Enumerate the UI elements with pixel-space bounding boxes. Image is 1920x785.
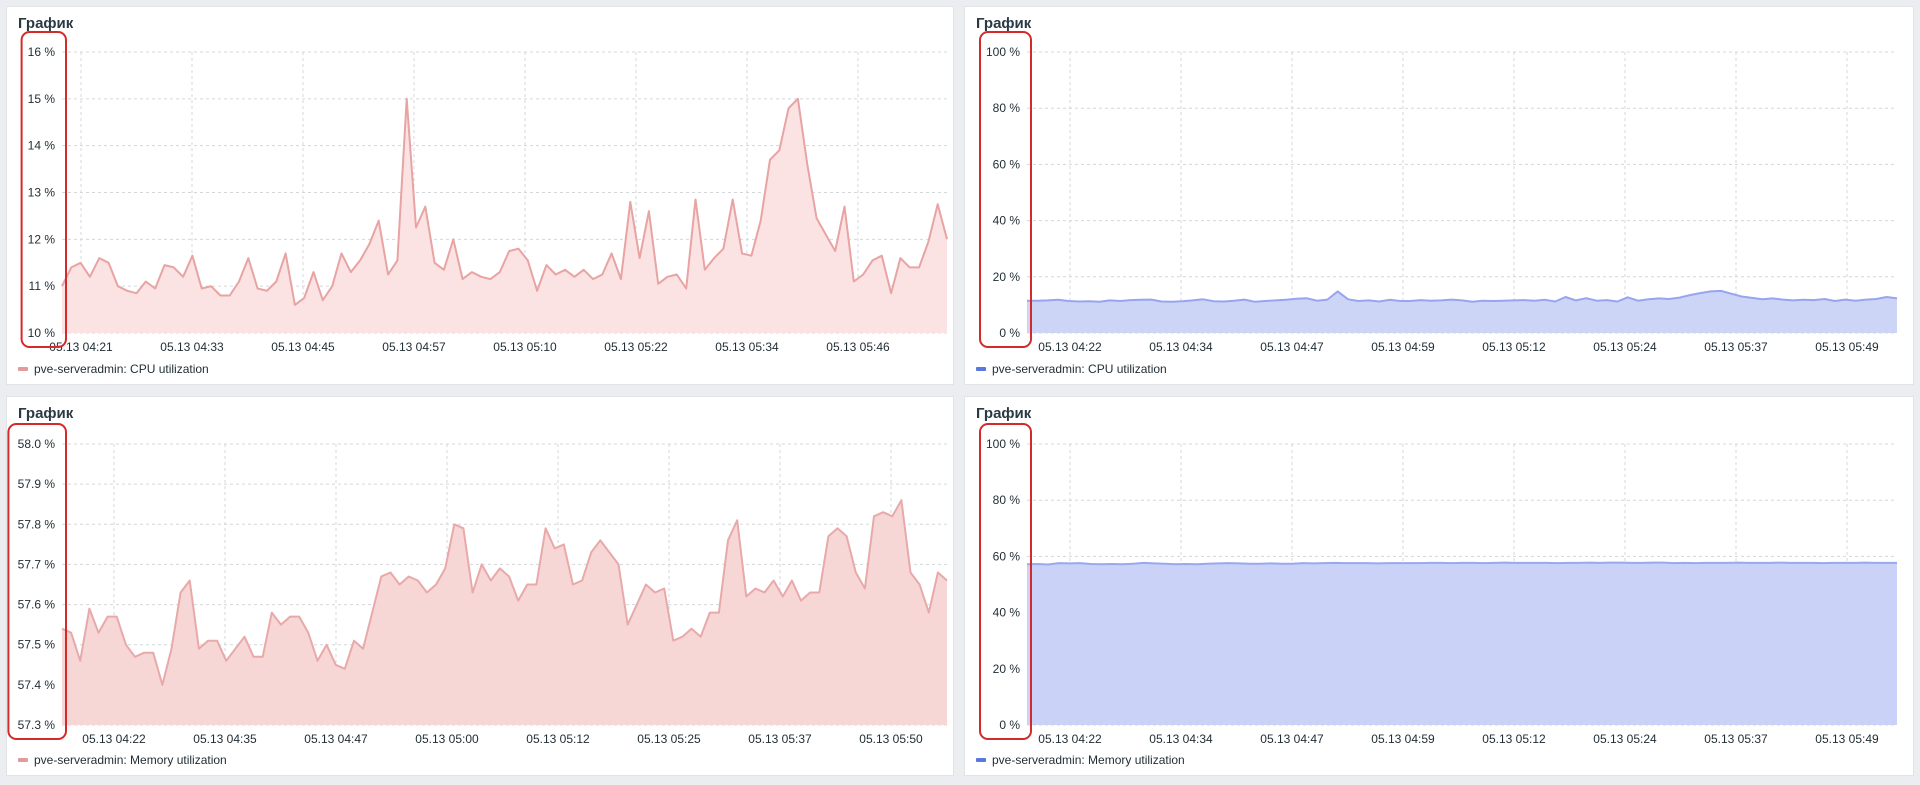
y-tick-label: 12 % <box>28 232 56 246</box>
series-area <box>1027 290 1897 333</box>
x-tick-label: 05.13 05:00 <box>415 732 479 746</box>
y-tick-label: 57.6 % <box>18 598 56 612</box>
y-tick-label: 57.9 % <box>18 477 56 491</box>
y-tick-label: 11 % <box>29 279 56 293</box>
legend-label: pve-serveradmin: Memory utilization <box>34 753 227 767</box>
y-tick-label: 20 % <box>993 270 1021 284</box>
legend: pve-serveradmin: Memory utilization <box>976 753 1185 767</box>
y-tick-label: 40 % <box>993 606 1021 620</box>
x-tick-label: 05.13 05:50 <box>859 732 923 746</box>
memory-utilization-chart: 0 % 20 % 40 % 60 % 80 % 100 % 05.13 04:22 05.13… <box>979 423 1897 746</box>
x-tick-label: 05.13 05:25 <box>637 732 701 746</box>
y-tick-label: 13 % <box>28 186 56 200</box>
y-tick-label: 80 % <box>993 101 1021 115</box>
y-tick-label: 57.3 % <box>18 718 56 732</box>
x-tick-label: 05.13 05:12 <box>1482 340 1546 354</box>
x-tick-label: 05.13 05:22 <box>604 340 668 354</box>
x-tick-label: 05.13 05:24 <box>1593 732 1657 746</box>
y-tick-label: 60 % <box>993 549 1021 563</box>
x-tick-label: 05.13 04:57 <box>382 340 446 354</box>
x-tick-label: 05.13 04:22 <box>1038 732 1102 746</box>
legend-label: pve-serveradmin: CPU utilization <box>34 362 209 376</box>
series-area <box>62 98 947 333</box>
chart-panel-cpu-utilization-full: График 0 % 20 % 40 % 60 % 80 % 100 % 05.13 04:… <box>964 6 1914 385</box>
x-tick-label: 05.13 04:22 <box>82 732 146 746</box>
x-tick-label: 05.13 05:37 <box>1704 340 1768 354</box>
x-tick-label: 05.13 05:12 <box>526 732 590 746</box>
legend-swatch <box>18 758 28 762</box>
y-tick-label: 100 % <box>986 437 1020 451</box>
y-tick-label: 57.8 % <box>18 517 56 531</box>
y-tick-label: 80 % <box>993 493 1021 507</box>
x-tick-label: 05.13 05:49 <box>1815 732 1879 746</box>
y-tick-label: 20 % <box>993 662 1021 676</box>
y-tick-label: 14 % <box>28 139 56 153</box>
x-tick-label: 05.13 04:45 <box>271 340 335 354</box>
x-tick-label: 05.13 04:33 <box>160 340 224 354</box>
cpu-utilization-chart: 10 %11 %12 %13 %14 %15 %16 %05.13 04:21 0… <box>20 31 948 354</box>
x-tick-label: 05.13 04:47 <box>1260 732 1324 746</box>
x-tick-label: 05.13 04:47 <box>304 732 368 746</box>
chart-panel-memory-utilization-zoomed: График 57.3 % 57.4 % 57.5 % 57.6 % 57.7 % 57.… <box>6 396 954 776</box>
chart-panel-cpu-utilization-zoomed: График 10 % 11 % 12 % 13 % 14 % 15 % 16 % 05.13… <box>6 6 954 385</box>
y-axis-highlight-box <box>979 31 1032 348</box>
x-tick-label: 05.13 05:46 <box>826 340 890 354</box>
y-tick-label: 16 % <box>28 45 56 59</box>
x-tick-label: 05.13 05:37 <box>748 732 812 746</box>
x-tick-label: 05.13 04:34 <box>1149 732 1213 746</box>
y-tick-label: 0 % <box>999 718 1020 732</box>
x-tick-label: 05.13 05:24 <box>1593 340 1657 354</box>
x-tick-label: 05.13 04:35 <box>193 732 257 746</box>
x-tick-label: 05.13 05:49 <box>1815 340 1879 354</box>
x-tick-label: 05.13 04:59 <box>1371 340 1435 354</box>
y-tick-label: 10 % <box>28 326 56 340</box>
y-tick-label: 57.7 % <box>18 557 56 571</box>
y-tick-label: 57.4 % <box>18 678 56 692</box>
legend-label: pve-serveradmin: Memory utilization <box>992 753 1185 767</box>
x-tick-label: 05.13 05:12 <box>1482 732 1546 746</box>
x-tick-label: 05.13 04:47 <box>1260 340 1324 354</box>
y-tick-label: 100 % <box>986 45 1020 59</box>
x-tick-label: 05.13 05:34 <box>715 340 779 354</box>
y-axis-highlight-box <box>979 423 1032 740</box>
y-tick-label: 40 % <box>993 214 1021 228</box>
y-tick-label: 58.0 % <box>18 437 56 451</box>
cpu-utilization-chart: 0 % 20 % 40 % 60 % 80 % 100 % 05.13 04:22 05.13… <box>979 31 1898 354</box>
y-tick-label: 15 % <box>28 92 56 106</box>
memory-utilization-chart: 57.3 % 57.4 % 57.5 % 57.6 % 57.7 % 57.8 % 57.9… <box>7 423 948 746</box>
x-tick-label: 05.13 04:22 <box>1038 340 1102 354</box>
legend: pve-serveradmin: CPU utilization <box>976 362 1167 376</box>
legend-swatch <box>18 367 28 371</box>
legend-swatch <box>976 367 986 371</box>
legend: pve-serveradmin: Memory utilization <box>18 753 227 767</box>
legend-label: pve-serveradmin: CPU utilization <box>992 362 1167 376</box>
chart-panel-memory-utilization-full: График 0 % 20 % 40 % 60 % 80 % 100 % 05.13 04:… <box>964 396 1914 776</box>
series-area <box>1027 562 1897 725</box>
y-tick-label: 0 % <box>999 326 1020 340</box>
x-tick-label: 05.13 04:59 <box>1371 732 1435 746</box>
y-tick-label: 57.5 % <box>18 638 56 652</box>
x-tick-label: 05.13 04:34 <box>1149 340 1213 354</box>
y-tick-label: 60 % <box>993 157 1021 171</box>
x-tick-label: 05.13 05:10 <box>493 340 557 354</box>
x-tick-label: 05.13 05:37 <box>1704 732 1768 746</box>
legend: pve-serveradmin: CPU utilization <box>18 362 209 376</box>
legend-swatch <box>976 758 986 762</box>
